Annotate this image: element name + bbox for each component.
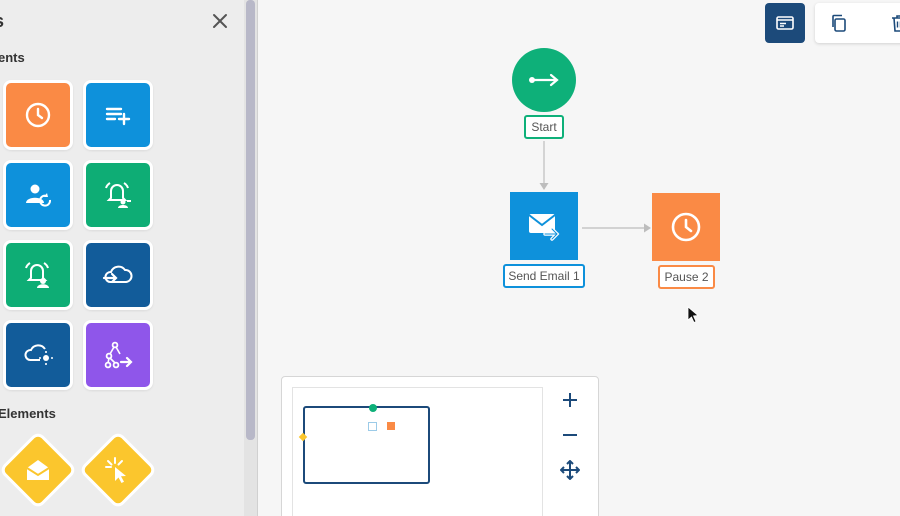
cloud-idea-icon [22, 340, 54, 370]
minimap [281, 376, 599, 516]
tile-notify-user[interactable] [3, 240, 73, 310]
tile-split-path[interactable] [83, 320, 153, 390]
elements-sidebar: s ents [0, 0, 244, 516]
sidebar-title: s [0, 11, 4, 32]
zoom-in-button[interactable] [558, 388, 582, 412]
minimap-viewport[interactable] [303, 406, 430, 484]
arrow-right-icon [528, 73, 560, 87]
sidebar-scrollbar[interactable] [244, 0, 258, 516]
tile-webhook-in[interactable] [83, 240, 153, 310]
pause-node-label[interactable]: Pause 2 [658, 265, 715, 289]
tile-add-to-list[interactable] [83, 80, 153, 150]
move-arrows-icon [560, 460, 580, 480]
scrollbar-thumb[interactable] [246, 0, 255, 440]
zoom-out-button[interactable] [558, 423, 582, 447]
mouse-cursor [687, 306, 699, 324]
bell-user-icon [103, 180, 133, 210]
click-cursor-icon [105, 457, 131, 483]
tile-cloud-idea[interactable] [3, 320, 73, 390]
minimap-area[interactable] [292, 387, 543, 516]
minimap-email-marker [368, 422, 377, 431]
close-icon[interactable] [208, 9, 232, 33]
envelope-open-icon [25, 458, 51, 482]
tile-update-contact[interactable] [3, 160, 73, 230]
clock-icon [23, 100, 53, 130]
section-label-actions: ents [0, 50, 25, 65]
split-path-icon [103, 340, 133, 370]
minus-icon [561, 426, 579, 444]
tile-pause[interactable] [3, 80, 73, 150]
start-node-label[interactable]: Start [524, 115, 564, 139]
cloud-import-icon [102, 260, 134, 290]
fit-view-button[interactable] [558, 458, 582, 482]
start-node[interactable] [512, 48, 576, 112]
section-label-conditions: Elements [0, 406, 56, 421]
pause-node[interactable] [652, 193, 720, 261]
send-email-node[interactable] [510, 192, 578, 260]
tile-notify-contact[interactable] [83, 160, 153, 230]
minimap-start-marker [369, 404, 377, 412]
clock-icon [669, 210, 703, 244]
user-refresh-icon [23, 180, 53, 210]
add-list-icon [103, 100, 133, 130]
tile-email-opened[interactable] [0, 430, 78, 510]
plus-icon [561, 391, 579, 409]
send-email-node-label[interactable]: Send Email 1 [503, 264, 585, 288]
minimap-pause-marker [387, 422, 395, 430]
bell-user-icon [23, 260, 53, 290]
workflow-canvas[interactable]: Start Send Email 1 Pause 2 [258, 0, 900, 516]
email-send-icon [527, 211, 561, 241]
tile-link-clicked[interactable] [78, 430, 158, 510]
